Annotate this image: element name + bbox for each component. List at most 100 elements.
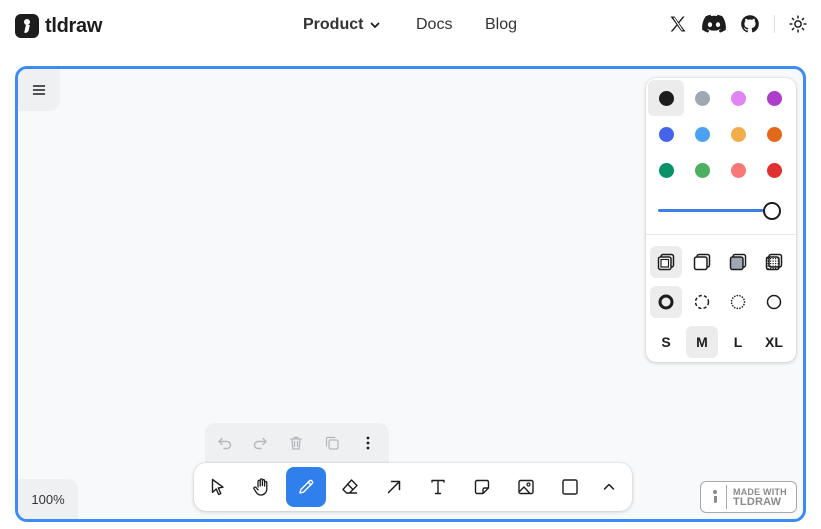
fill-solid-button[interactable] — [722, 246, 754, 278]
chevron-up-icon — [603, 483, 615, 490]
size-xl-button[interactable]: XL — [758, 326, 790, 358]
redo-button[interactable] — [250, 433, 270, 453]
size-s-label: S — [661, 334, 671, 350]
fill-semi-icon — [693, 253, 711, 271]
arrow-up-right-icon — [387, 480, 401, 494]
opacity-slider-thumb[interactable] — [763, 202, 781, 220]
color-swatch[interactable] — [684, 80, 720, 116]
size-m-button[interactable]: M — [686, 326, 718, 358]
size-m-label: M — [696, 334, 708, 350]
nav-product-label: Product — [303, 16, 364, 33]
color-dot — [694, 126, 710, 142]
color-dot — [694, 162, 710, 178]
nav-product-menu[interactable]: Product — [303, 16, 381, 34]
color-swatch[interactable] — [720, 80, 756, 116]
color-dot — [730, 126, 746, 142]
duplicate-icon — [325, 436, 339, 450]
panel-divider — [646, 234, 796, 235]
nav-blog-link[interactable]: Blog — [485, 16, 517, 34]
color-swatch[interactable] — [648, 152, 684, 188]
color-dot — [730, 90, 746, 106]
sticky-note-icon — [474, 479, 490, 495]
color-swatch[interactable] — [648, 80, 684, 116]
size-l-button[interactable]: L — [722, 326, 754, 358]
draw-tool[interactable] — [286, 467, 326, 507]
nav-divider — [774, 15, 775, 33]
delete-button[interactable] — [286, 433, 306, 453]
color-dot — [766, 126, 782, 142]
github-icon[interactable] — [740, 14, 760, 34]
zoom-level-button[interactable]: 100% — [18, 479, 78, 519]
made-with-tldraw-badge[interactable]: MADE WITH TLDRAW — [700, 481, 797, 513]
note-tool[interactable] — [462, 467, 502, 507]
discord-icon[interactable] — [702, 14, 726, 34]
color-dot — [658, 162, 674, 178]
duplicate-button[interactable] — [322, 433, 342, 453]
dash-dotted-button[interactable] — [722, 286, 754, 318]
opacity-slider-track[interactable] — [658, 209, 772, 212]
undo-icon — [218, 437, 232, 450]
size-xl-label: XL — [765, 334, 783, 350]
color-swatch[interactable] — [684, 116, 720, 152]
color-swatch[interactable] — [756, 152, 792, 188]
hand-tool[interactable] — [242, 467, 282, 507]
redo-icon — [253, 437, 267, 450]
style-panel: S M L XL — [646, 78, 796, 362]
dash-draw-button[interactable] — [650, 286, 682, 318]
more-tools-button[interactable] — [590, 467, 628, 507]
more-actions-button[interactable] — [358, 433, 378, 453]
badge-text: MADE WITH TLDRAW — [733, 487, 787, 508]
text-t-icon — [431, 479, 445, 495]
undo-button[interactable] — [215, 433, 235, 453]
color-swatch[interactable] — [756, 116, 792, 152]
arrow-tool[interactable] — [374, 467, 414, 507]
color-dot — [694, 90, 710, 106]
size-l-label: L — [733, 334, 743, 350]
main-menu-button[interactable] — [18, 69, 60, 111]
color-dot — [658, 126, 674, 142]
color-swatch[interactable] — [648, 116, 684, 152]
color-dot — [766, 90, 782, 106]
chevron-down-icon — [371, 22, 380, 28]
fill-none-button[interactable] — [650, 246, 682, 278]
dash-solid-button[interactable] — [758, 286, 790, 318]
rectangle-icon — [562, 479, 578, 495]
social-links — [668, 14, 807, 34]
hamburger-menu-icon — [32, 85, 46, 95]
eraser-tool[interactable] — [330, 467, 370, 507]
fill-none-icon — [657, 253, 675, 271]
image-icon — [518, 479, 534, 495]
cursor-arrow-icon — [211, 478, 224, 496]
nav-docs-link[interactable]: Docs — [416, 16, 452, 34]
dash-draw-icon — [658, 294, 674, 310]
color-swatch[interactable] — [720, 152, 756, 188]
rectangle-tool[interactable] — [550, 467, 590, 507]
drawing-canvas[interactable]: S M L XL 100% MADE WITH TLDRAW — [15, 66, 806, 522]
quick-actions-bar — [205, 423, 389, 463]
eraser-icon — [342, 479, 358, 494]
color-dot — [730, 162, 746, 178]
brand-name: tldraw — [45, 14, 103, 37]
fill-solid-icon — [729, 253, 747, 271]
color-dot — [766, 162, 782, 178]
dash-dotted-icon — [730, 294, 746, 310]
image-tool[interactable] — [506, 467, 546, 507]
text-tool[interactable] — [418, 467, 458, 507]
sun-theme-toggle-icon[interactable] — [789, 15, 807, 33]
dots-vertical-icon — [366, 436, 370, 450]
fill-pattern-button[interactable] — [758, 246, 790, 278]
x-twitter-icon[interactable] — [668, 14, 688, 34]
brand-logo[interactable]: tldraw — [15, 14, 102, 38]
color-swatch[interactable] — [720, 116, 756, 152]
dash-solid-icon — [766, 294, 782, 310]
color-swatch[interactable] — [756, 80, 792, 116]
fill-pattern-icon — [765, 253, 783, 271]
tldraw-logo-icon — [15, 14, 39, 38]
dash-dashed-icon — [694, 294, 710, 310]
size-s-button[interactable]: S — [650, 326, 682, 358]
hand-icon — [253, 478, 268, 496]
select-tool[interactable] — [198, 467, 238, 507]
color-swatch[interactable] — [684, 152, 720, 188]
dash-dashed-button[interactable] — [686, 286, 718, 318]
fill-semi-button[interactable] — [686, 246, 718, 278]
